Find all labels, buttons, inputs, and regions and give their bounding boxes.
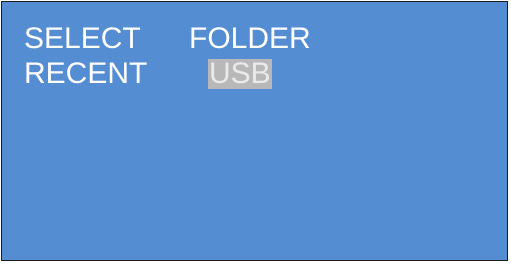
usb-option-selected[interactable]: USB bbox=[208, 59, 272, 89]
menu-screen: SELECT FOLDER RECENT USB bbox=[1, 1, 508, 261]
recent-label: RECENT bbox=[24, 57, 148, 90]
folder-option[interactable]: FOLDER bbox=[189, 24, 311, 54]
select-label: SELECT bbox=[24, 22, 141, 55]
